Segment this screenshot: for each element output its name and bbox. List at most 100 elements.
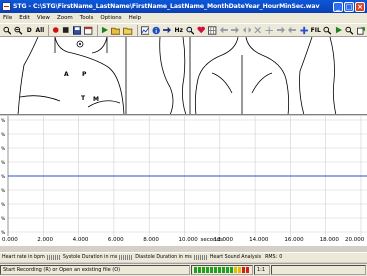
cut-icon[interactable] (253, 25, 263, 36)
menu-bar: File Edit View Zoom Tools Options Help (0, 13, 367, 23)
analysis-label: Heart Sound Analysis (209, 255, 262, 260)
x-tick-label: 20.000 (345, 237, 365, 243)
status-panel-empty (271, 265, 366, 275)
level-meter-segment (194, 267, 197, 273)
heart-icon[interactable] (196, 25, 206, 36)
search-icon[interactable] (322, 25, 332, 36)
y-unit-label: % (1, 160, 6, 166)
level-meter-segment (198, 267, 201, 273)
record-icon[interactable] (51, 25, 60, 36)
zoom-all-button[interactable]: All (35, 25, 45, 36)
level-meter-segment (210, 267, 213, 273)
menu-help[interactable]: Help (129, 15, 142, 21)
arrow-right-gray-icon[interactable] (230, 25, 240, 36)
level-meter-segment (238, 267, 241, 273)
x-tick-label: 14.000 (249, 237, 269, 243)
zoom-in-icon[interactable] (2, 25, 12, 36)
play-icon[interactable] (100, 25, 109, 36)
level-meter-segment (206, 267, 209, 273)
status-message: Start Recording (R) or Open an existing … (0, 265, 190, 275)
arrow-out-icon[interactable] (287, 25, 297, 36)
grid-icon[interactable] (207, 25, 217, 36)
arrow-left-icon[interactable] (219, 25, 229, 36)
waveform-plot[interactable]: %%%%%%%%% (0, 116, 367, 236)
x-tick-label: 10.000 (178, 237, 198, 243)
status-bar: Start Recording (R) or Open an existing … (0, 263, 367, 276)
open-folder-icon[interactable] (110, 25, 121, 36)
maximize-button[interactable]: □ (344, 1, 354, 12)
level-meter-segment (202, 267, 205, 273)
filter-button[interactable]: FIL (310, 25, 321, 36)
heart-rate-value (46, 255, 61, 260)
toolbar-separator (96, 24, 98, 36)
x-tick-label: 16.000 (284, 237, 304, 243)
chart-icon[interactable] (140, 25, 150, 36)
measurement-info-bar: Heart rate in bpm Systole Duration in ms… (0, 252, 367, 262)
lens-icon[interactable] (185, 25, 195, 36)
systole-value (119, 255, 134, 260)
x-unit-label: seconds (200, 237, 223, 243)
auscultation-point-t[interactable]: T (81, 95, 85, 102)
level-meter-segment (222, 267, 225, 273)
y-unit-label: % (1, 188, 6, 194)
folder-icon[interactable] (122, 25, 133, 36)
level-meter (191, 265, 253, 275)
title-bar: STG - C:\STG\FirstName_LastName\FirstNam… (0, 0, 367, 13)
arrow-right-icon[interactable] (162, 25, 172, 36)
level-meter-segment (234, 267, 237, 273)
analysis-value (193, 255, 208, 260)
zoom-d-button[interactable]: D (25, 25, 34, 36)
hz-button[interactable]: Hz (174, 25, 184, 36)
auscultation-point-m[interactable]: M (93, 96, 99, 103)
level-meter-segment (226, 267, 229, 273)
minimize-button[interactable]: _ (333, 1, 343, 12)
x-tick-label: 6.000 (107, 237, 124, 243)
close-button[interactable]: × (355, 1, 365, 12)
export-icon[interactable] (356, 25, 366, 36)
stop-icon[interactable] (61, 25, 70, 36)
level-meter-segment (242, 267, 245, 273)
play-small-icon[interactable] (334, 25, 343, 36)
zoom-out-icon[interactable] (13, 25, 23, 36)
menu-options[interactable]: Options (100, 15, 121, 21)
rms-label: RMS: (265, 255, 278, 260)
y-unit-label: % (1, 146, 6, 152)
toolbar: D All Hz FIL (0, 23, 367, 37)
cursor-icon[interactable] (264, 25, 274, 36)
auscultation-body-map[interactable]: A P T M (0, 37, 367, 115)
rms-value: 0 (279, 255, 283, 260)
zoom-small-icon[interactable] (344, 25, 354, 36)
arrow-double-icon[interactable] (242, 25, 252, 36)
level-meter-segment (218, 267, 221, 273)
x-tick-label: 4.000 (72, 237, 89, 243)
target-icon (76, 40, 84, 48)
arrow-in-icon[interactable] (276, 25, 286, 36)
y-unit-label: % (1, 174, 6, 180)
systole-label: Systole Duration in ms (62, 255, 118, 260)
heart-rate-label: Heart rate in bpm (2, 255, 45, 260)
blue-plus-icon[interactable] (299, 25, 309, 36)
save-icon[interactable] (72, 25, 82, 36)
toolbar-separator (136, 24, 138, 36)
body-outline-drawing (17, 37, 337, 114)
x-tick-label: 18.000 (319, 237, 339, 243)
y-unit-label: % (1, 202, 6, 208)
info-icon[interactable] (151, 25, 161, 36)
app-icon[interactable] (2, 2, 11, 11)
level-meter-segment (230, 267, 233, 273)
time-axis: 0.000 2.000 4.000 6.000 8.000 10.000 12.000 14.… (0, 236, 367, 246)
window-title: STG - C:\STG\FirstName_LastName\FirstNam… (13, 3, 320, 10)
menu-zoom[interactable]: Zoom (57, 15, 73, 21)
menu-tools[interactable]: Tools (80, 15, 94, 21)
diastole-label: Diastole Duration in ms (135, 255, 192, 260)
auscultation-point-p[interactable]: P (82, 71, 86, 78)
menu-file[interactable]: File (3, 15, 12, 21)
y-unit-label: % (1, 132, 6, 138)
calendar-icon[interactable] (83, 25, 93, 36)
auscultation-point-a[interactable]: A (64, 71, 69, 78)
level-meter-segments (194, 267, 249, 273)
menu-edit[interactable]: Edit (19, 15, 30, 21)
x-tick-label: 0.000 (2, 237, 18, 243)
menu-view[interactable]: View (37, 15, 50, 21)
toolbar-separator (47, 24, 49, 36)
